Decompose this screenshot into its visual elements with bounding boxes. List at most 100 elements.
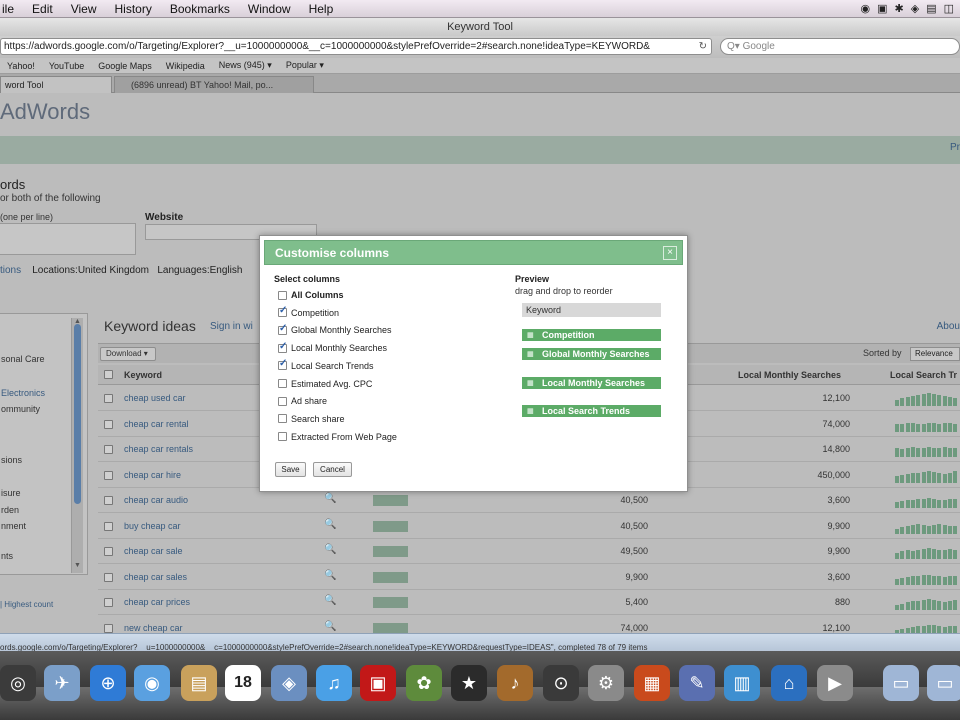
preview-column-item[interactable]: ▦ Global Monthly Searches	[522, 348, 661, 360]
bookmark-item[interactable]: Wikipedia	[159, 61, 212, 71]
bookmark-item[interactable]: Popular ▾	[279, 60, 331, 71]
row-checkbox[interactable]	[104, 521, 113, 531]
download-button[interactable]: Download ▾	[100, 347, 156, 361]
search-icon[interactable]: 🔍	[324, 621, 336, 632]
safari-icon[interactable]: ⊕	[90, 665, 126, 701]
menu-item-help[interactable]: Help	[300, 2, 343, 16]
keyword-link[interactable]: cheap car sales	[124, 572, 187, 582]
column-option[interactable]: Local Monthly Searches	[278, 341, 387, 355]
category-item[interactable]: nts	[1, 551, 13, 561]
tray-status-icon[interactable]: ◉	[860, 2, 870, 15]
tray-status-icon[interactable]: ▣	[877, 2, 887, 15]
highest-count-link[interactable]: | Highest count	[0, 600, 53, 609]
row-checkbox[interactable]	[104, 445, 113, 454]
column-option[interactable]: Global Monthly Searches	[278, 323, 392, 337]
category-item[interactable]: isure	[1, 488, 21, 498]
column-option[interactable]: Competition	[278, 305, 339, 320]
keyword-link[interactable]: new cheap car	[124, 623, 183, 633]
drag-handle-icon[interactable]: ▦	[527, 350, 534, 360]
menu-item-view[interactable]: View	[62, 2, 106, 16]
media-icon[interactable]: ▶	[817, 665, 853, 701]
address-book-icon[interactable]: ▤	[181, 665, 217, 701]
search-input[interactable]: Q▾ Google	[720, 38, 960, 55]
column-option[interactable]: Extracted From Web Page	[278, 430, 397, 444]
row-checkbox[interactable]	[104, 394, 113, 403]
about-link[interactable]: Abou	[937, 321, 960, 332]
column-option[interactable]: Local Search Trends	[278, 358, 374, 373]
menu-item-ile[interactable]: ile	[0, 2, 23, 16]
folder-icon[interactable]: ▭	[927, 665, 960, 701]
row-checkbox[interactable]	[104, 419, 113, 429]
bookmark-item[interactable]: Google Maps	[91, 61, 159, 71]
column-checkbox[interactable]	[278, 323, 287, 335]
bookmark-item[interactable]: YouTube	[42, 61, 91, 71]
keyword-link[interactable]: cheap car audio	[124, 495, 188, 505]
time-machine-icon[interactable]: ⊙	[543, 665, 579, 701]
tab-yahoo-mail[interactable]: (6896 unread) BT Yahoo! Mail, po...	[114, 76, 314, 93]
tray-status-icon[interactable]: ◫	[944, 2, 954, 15]
drag-handle-icon[interactable]: ▦	[527, 331, 534, 341]
keyword-link[interactable]: cheap car hire	[124, 470, 181, 480]
tray-status-icon[interactable]: ✱	[895, 2, 904, 15]
keyword-link[interactable]: cheap car prices	[124, 597, 190, 607]
drag-handle-icon[interactable]: ▦	[527, 379, 534, 389]
column-checkbox[interactable]	[278, 290, 287, 300]
column-checkbox[interactable]	[278, 432, 287, 442]
header-local-trends[interactable]: Local Search Tr	[890, 370, 957, 380]
drag-handle-icon[interactable]: ▦	[527, 407, 534, 417]
photos-icon[interactable]: ◈	[271, 665, 307, 701]
disc-icon[interactable]: ◎	[0, 665, 36, 701]
facetime-icon[interactable]: ◉	[134, 665, 170, 701]
keyword-link[interactable]: cheap car rental	[124, 419, 189, 429]
band-link[interactable]: Pr	[950, 142, 960, 153]
search-icon[interactable]: 🔍	[324, 493, 336, 504]
row-checkbox[interactable]	[104, 496, 113, 505]
home-icon[interactable]: ⌂	[771, 665, 807, 701]
menu-item-edit[interactable]: Edit	[23, 2, 62, 16]
garageband-icon[interactable]: ♪	[497, 665, 533, 701]
cancel-button[interactable]: Cancel	[313, 462, 352, 477]
locations-text[interactable]: Locations:United Kingdom	[32, 265, 149, 276]
column-checkbox[interactable]	[278, 305, 287, 318]
bookmark-item[interactable]: Yahoo!	[0, 61, 42, 71]
column-checkbox[interactable]	[278, 341, 287, 353]
category-scrollbar[interactable]: ▲ ▼	[71, 318, 83, 573]
words-textarea[interactable]	[0, 223, 136, 255]
column-option[interactable]: Ad share	[278, 394, 327, 408]
menu-item-window[interactable]: Window	[239, 2, 300, 16]
keyword-link[interactable]: buy cheap car	[124, 521, 181, 531]
languages-text[interactable]: Languages:English	[157, 265, 242, 276]
preview-column-item[interactable]: ▦ Competition	[522, 329, 661, 341]
preview-column-item[interactable]: ▦ Local Search Trends	[522, 405, 661, 417]
row-checkbox[interactable]	[104, 572, 113, 582]
imovie-icon[interactable]: ★	[451, 665, 487, 701]
iphoto-icon[interactable]: ✿	[406, 665, 442, 701]
sign-in-link[interactable]: Sign in wi	[210, 321, 253, 332]
preview-icon[interactable]: ✈	[44, 665, 80, 701]
keyword-link[interactable]: cheap car rentals	[124, 444, 193, 454]
menu-item-history[interactable]: History	[106, 2, 161, 16]
column-checkbox[interactable]	[278, 379, 287, 388]
keyword-link[interactable]: cheap used car	[124, 393, 186, 403]
category-item[interactable]: Electronics	[1, 388, 45, 398]
column-checkbox[interactable]	[278, 414, 287, 424]
row-checkbox[interactable]	[104, 547, 113, 556]
charts-icon[interactable]: ▥	[724, 665, 760, 701]
system-prefs-icon[interactable]: ⚙	[588, 665, 624, 701]
address-bar[interactable]: https://adwords.google.com/o/Targeting/E…	[0, 38, 712, 55]
header-keyword[interactable]: Keyword	[124, 370, 162, 380]
column-checkbox[interactable]	[278, 396, 287, 406]
row-checkbox[interactable]	[104, 470, 113, 480]
keyword-link[interactable]: cheap car sale	[124, 546, 183, 556]
sort-select[interactable]: Relevance	[910, 347, 960, 361]
advanced-options-link[interactable]: tions	[0, 265, 21, 276]
preview-column-item[interactable]: ▦ Local Monthly Searches	[522, 377, 661, 389]
column-option[interactable]: Search share	[278, 412, 345, 426]
category-item[interactable]: sions	[1, 455, 22, 465]
pen-icon[interactable]: ✎	[679, 665, 715, 701]
search-icon[interactable]: 🔍	[324, 595, 336, 606]
scroll-down-icon[interactable]: ▼	[74, 562, 81, 569]
search-icon[interactable]: 🔍	[324, 519, 336, 530]
column-option[interactable]: Estimated Avg. CPC	[278, 377, 372, 391]
menu-item-bookmarks[interactable]: Bookmarks	[161, 2, 239, 16]
